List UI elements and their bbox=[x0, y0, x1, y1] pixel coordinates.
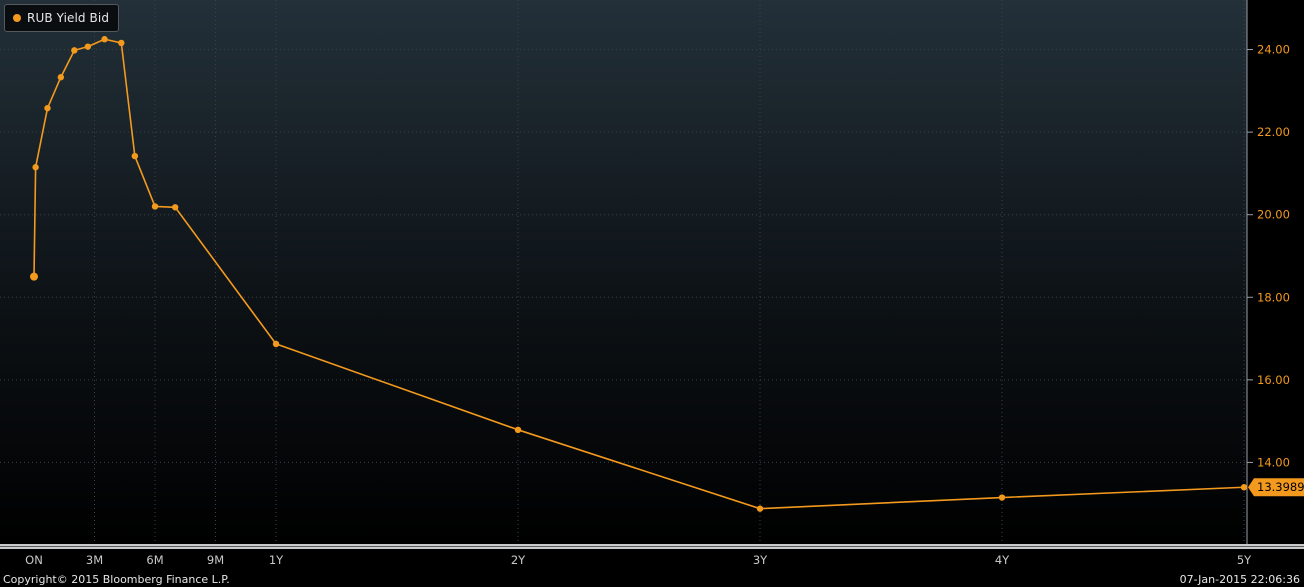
data-point bbox=[32, 164, 39, 171]
data-point bbox=[514, 426, 522, 434]
legend-marker-icon bbox=[13, 14, 21, 22]
legend-label: RUB Yield Bid bbox=[27, 11, 110, 25]
last-value-label: 13.3989 bbox=[1257, 480, 1304, 494]
x-tick-label: 3M bbox=[86, 553, 103, 567]
last-value-marker: 13.3989 bbox=[1248, 478, 1304, 497]
y-tick-label: 14.00 bbox=[1257, 455, 1290, 469]
data-point bbox=[131, 152, 139, 160]
data-point bbox=[118, 39, 125, 47]
data-point bbox=[71, 47, 78, 54]
x-tick-label: 2Y bbox=[511, 553, 526, 567]
x-tick-label: 9M bbox=[207, 553, 224, 567]
y-tick-label: 22.00 bbox=[1257, 125, 1290, 139]
yield-curve-chart: 14.00 16.00 18.00 20.00 22.00 24.00 ON 3M 6M 9M 1… bbox=[0, 0, 1304, 567]
x-tick-label: 1Y bbox=[269, 553, 284, 567]
data-point bbox=[171, 204, 179, 211]
x-tick-label: 5Y bbox=[1237, 553, 1252, 567]
plot-background bbox=[0, 0, 1304, 545]
y-tick-label: 18.00 bbox=[1257, 290, 1290, 304]
copyright-text: Copyright© 2015 Bloomberg Finance L.P. bbox=[3, 573, 230, 586]
data-point bbox=[101, 36, 108, 43]
x-tick-label: 3Y bbox=[753, 553, 768, 567]
data-point bbox=[756, 505, 764, 512]
data-point bbox=[84, 43, 92, 50]
y-tick-label: 20.00 bbox=[1257, 208, 1290, 222]
data-point bbox=[30, 272, 38, 281]
x-axis-ticks: ON 3M 6M 9M 1Y 2Y 3Y 4Y 5Y bbox=[25, 553, 1252, 567]
data-point bbox=[1240, 484, 1248, 491]
x-tick-label: 4Y bbox=[995, 553, 1010, 567]
data-point bbox=[44, 104, 51, 112]
legend[interactable]: RUB Yield Bid bbox=[4, 4, 120, 32]
x-tick-label: 6M bbox=[146, 553, 163, 567]
y-tick-label: 24.00 bbox=[1257, 43, 1290, 57]
x-tick-label: ON bbox=[25, 553, 43, 567]
data-point bbox=[151, 203, 159, 210]
data-point bbox=[998, 494, 1006, 501]
footer-bar: Copyright© 2015 Bloomberg Finance L.P. 0… bbox=[0, 572, 1304, 587]
y-tick-label: 16.00 bbox=[1257, 373, 1290, 387]
data-point bbox=[272, 340, 280, 348]
x-axis-band-inner bbox=[0, 546, 1304, 547]
timestamp-text: 07-Jan-2015 22:06:36 bbox=[1179, 573, 1300, 586]
data-point bbox=[57, 74, 65, 81]
